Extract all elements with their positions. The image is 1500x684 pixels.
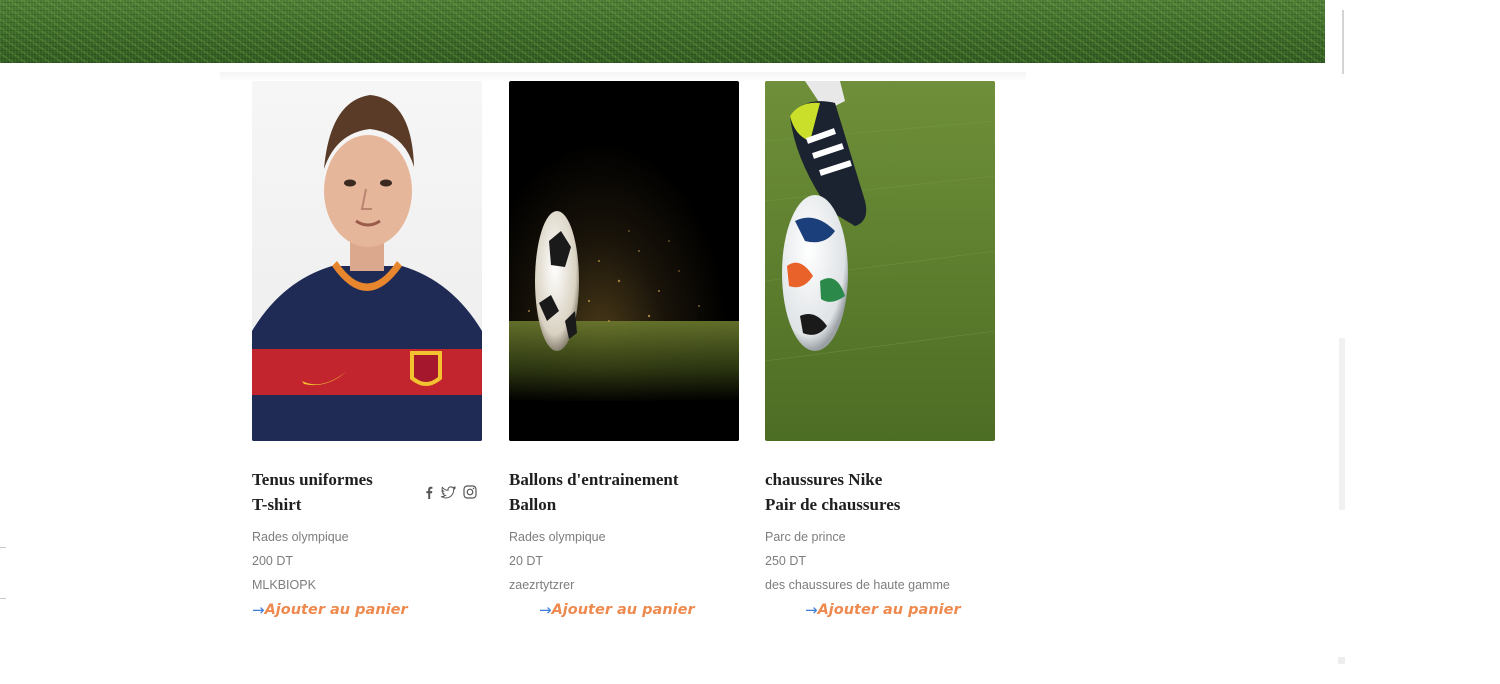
facebook-icon[interactable] — [424, 486, 434, 499]
add-to-cart-button[interactable]: → Ajouter au panier — [805, 602, 997, 618]
football-player-photo — [252, 81, 482, 441]
product-description: zaezrtytzrer — [509, 578, 575, 592]
product-card: Tenus uniformes T-shirt Rades olympique … — [252, 81, 484, 618]
product-meta: Rades olympique 20 DT zaezrtytzrer — [509, 525, 741, 597]
edge-divider — [0, 598, 6, 599]
hero-grass-banner — [0, 0, 1325, 63]
product-location: Rades olympique — [509, 530, 606, 544]
scroll-corner — [1338, 657, 1345, 664]
cleat-and-ball-photo — [765, 81, 995, 441]
product-price: 250 DT — [765, 554, 806, 568]
product-title[interactable]: chaussures Nike Pair de chaussures — [765, 467, 997, 517]
product-title-line1: Ballons d'entrainement — [509, 470, 679, 489]
product-meta: Parc de prince 250 DT des chaussures de … — [765, 525, 997, 597]
product-meta: Rades olympique 200 DT MLKBIOPK — [252, 525, 484, 597]
arrow-right-icon: → — [539, 600, 552, 619]
scrollbar-thumb[interactable] — [1339, 338, 1345, 510]
product-description: des chaussures de haute gamme — [765, 578, 950, 592]
arrow-right-icon: → — [805, 600, 818, 619]
product-image[interactable] — [252, 81, 482, 441]
product-title-line1: chaussures Nike — [765, 470, 883, 489]
product-card: Ballons d'entrainement Ballon Rades olym… — [509, 81, 741, 618]
product-title[interactable]: Ballons d'entrainement Ballon — [509, 467, 741, 517]
soccer-ball-photo — [509, 81, 739, 441]
product-card: chaussures Nike Pair de chaussures Parc … — [765, 81, 997, 618]
instagram-icon[interactable] — [463, 485, 477, 499]
product-image[interactable] — [509, 81, 739, 441]
product-title-line2: Ballon — [509, 495, 557, 514]
product-price: 200 DT — [252, 554, 293, 568]
add-to-cart-label: Ajouter au panier — [264, 602, 408, 618]
product-location: Rades olympique — [252, 530, 349, 544]
social-links — [424, 485, 477, 499]
product-image[interactable] — [765, 81, 995, 441]
arrow-right-icon: → — [252, 600, 265, 619]
product-description: MLKBIOPK — [252, 578, 316, 592]
product-location: Parc de prince — [765, 530, 846, 544]
add-to-cart-button[interactable]: → Ajouter au panier — [539, 602, 741, 618]
add-to-cart-button[interactable]: → Ajouter au panier — [252, 602, 484, 618]
scrollbar-track[interactable] — [1342, 10, 1344, 74]
product-price: 20 DT — [509, 554, 544, 568]
add-to-cart-label: Ajouter au panier — [817, 602, 961, 618]
edge-divider — [0, 547, 6, 548]
add-to-cart-label: Ajouter au panier — [551, 602, 695, 618]
product-title-line2: Pair de chaussures — [765, 495, 901, 514]
twitter-icon[interactable] — [441, 485, 456, 499]
